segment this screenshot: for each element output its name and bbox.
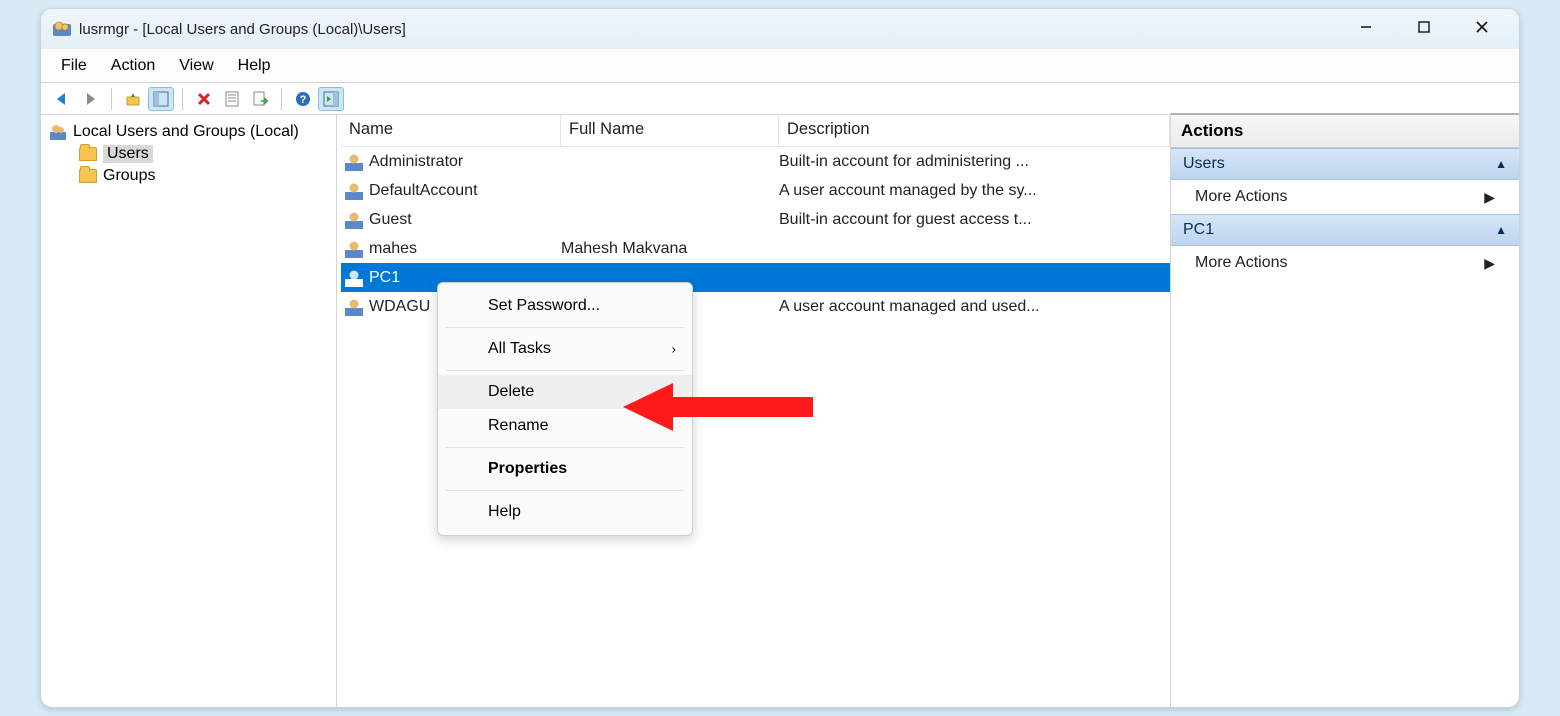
user-name: WDAGU	[369, 298, 430, 316]
menu-help[interactable]: Help	[226, 51, 283, 81]
actions-title: Actions	[1171, 115, 1519, 148]
window-controls	[1351, 14, 1513, 44]
nav-forward-icon[interactable]	[77, 87, 103, 111]
context-set-password[interactable]: Set Password...	[438, 289, 692, 323]
context-menu: Set Password... All Tasks › Delete Renam…	[437, 282, 693, 536]
nav-back-icon[interactable]	[49, 87, 75, 111]
user-name: PC1	[369, 269, 400, 287]
menu-view[interactable]: View	[167, 51, 225, 81]
col-fullname-header[interactable]: Full Name	[561, 115, 779, 146]
user-description: A user account managed and used...	[779, 298, 1170, 316]
col-name-header[interactable]: Name	[341, 115, 561, 146]
tree-node-groups[interactable]: Groups	[45, 165, 332, 187]
context-rename[interactable]: Rename	[438, 409, 692, 443]
menu-separator	[446, 490, 684, 491]
delete-icon[interactable]	[191, 87, 217, 111]
toolbar: ?	[41, 83, 1519, 115]
export-list-icon[interactable]	[247, 87, 273, 111]
chevron-right-icon: ▶	[1484, 189, 1495, 206]
user-name: DefaultAccount	[369, 182, 478, 200]
user-name: Guest	[369, 211, 412, 229]
context-all-tasks[interactable]: All Tasks ›	[438, 332, 692, 366]
collapse-caret-icon: ▲	[1495, 157, 1507, 171]
users-groups-root-icon	[49, 123, 67, 141]
show-hide-action-pane-icon[interactable]	[318, 87, 344, 111]
folder-icon	[79, 147, 97, 161]
col-description-header[interactable]: Description	[779, 115, 1170, 146]
app-icon	[53, 20, 71, 38]
toolbar-separator	[182, 88, 183, 110]
context-delete[interactable]: Delete	[438, 375, 692, 409]
chevron-right-icon: ▶	[1484, 255, 1495, 272]
context-help[interactable]: Help	[438, 495, 692, 529]
collapse-caret-icon: ▲	[1495, 223, 1507, 237]
more-actions-label: More Actions	[1195, 188, 1287, 206]
properties-icon[interactable]	[219, 87, 245, 111]
window-title: lusrmgr - [Local Users and Groups (Local…	[79, 21, 406, 38]
close-button[interactable]	[1467, 14, 1497, 44]
user-icon	[345, 211, 363, 229]
action-more-actions-item[interactable]: More Actions ▶	[1171, 246, 1519, 280]
user-name: Administrator	[369, 153, 463, 171]
table-row[interactable]: Administrator Built-in account for admini…	[341, 147, 1170, 176]
menu-separator	[446, 447, 684, 448]
user-description: A user account managed by the sy...	[779, 182, 1170, 200]
user-icon	[345, 153, 363, 171]
table-row[interactable]: mahes Mahesh Makvana	[341, 234, 1170, 263]
tree-groups-label: Groups	[103, 167, 155, 185]
menu-action[interactable]: Action	[99, 51, 167, 81]
main-area: Local Users and Groups (Local) Users Gro…	[41, 115, 1519, 707]
actions-section-users-label: Users	[1183, 155, 1225, 173]
user-description: Built-in account for guest access t...	[779, 211, 1170, 229]
user-fullname: Mahesh Makvana	[561, 240, 779, 258]
show-hide-tree-icon[interactable]	[148, 87, 174, 111]
tree-root-label: Local Users and Groups (Local)	[73, 123, 299, 141]
context-all-tasks-label: All Tasks	[488, 340, 551, 357]
actions-section-item-label: PC1	[1183, 221, 1214, 239]
actions-section-users[interactable]: Users ▲	[1171, 148, 1519, 180]
toolbar-separator	[281, 88, 282, 110]
more-actions-label: More Actions	[1195, 254, 1287, 272]
user-description: Built-in account for administering ...	[779, 153, 1170, 171]
submenu-arrow-icon: ›	[672, 342, 676, 357]
action-more-actions-users[interactable]: More Actions ▶	[1171, 180, 1519, 214]
tree-pane: Local Users and Groups (Local) Users Gro…	[41, 115, 337, 707]
context-properties[interactable]: Properties	[438, 452, 692, 486]
tree-users-label: Users	[103, 145, 153, 163]
app-window: lusrmgr - [Local Users and Groups (Local…	[40, 8, 1520, 708]
table-row[interactable]: Guest Built-in account for guest access t…	[341, 205, 1170, 234]
tree-node-users[interactable]: Users	[45, 143, 332, 165]
svg-text:?: ?	[300, 94, 307, 106]
user-icon	[345, 240, 363, 258]
menu-file[interactable]: File	[49, 51, 99, 81]
column-headers: Name Full Name Description	[341, 115, 1170, 147]
maximize-button[interactable]	[1409, 14, 1439, 44]
table-row[interactable]: DefaultAccount A user account managed by …	[341, 176, 1170, 205]
minimize-button[interactable]	[1351, 14, 1381, 44]
user-icon	[345, 269, 363, 287]
folder-icon	[79, 169, 97, 183]
menu-separator	[446, 327, 684, 328]
user-icon	[345, 182, 363, 200]
user-name: mahes	[369, 240, 417, 258]
titlebar: lusrmgr - [Local Users and Groups (Local…	[41, 9, 1519, 49]
menu-separator	[446, 370, 684, 371]
toolbar-separator	[111, 88, 112, 110]
help-icon[interactable]: ?	[290, 87, 316, 111]
actions-pane: Actions Users ▲ More Actions ▶ PC1 ▲ Mor…	[1171, 113, 1519, 707]
menubar: File Action View Help	[41, 49, 1519, 83]
actions-section-item[interactable]: PC1 ▲	[1171, 214, 1519, 246]
up-level-icon[interactable]	[120, 87, 146, 111]
user-icon	[345, 298, 363, 316]
tree-root[interactable]: Local Users and Groups (Local)	[45, 121, 332, 143]
